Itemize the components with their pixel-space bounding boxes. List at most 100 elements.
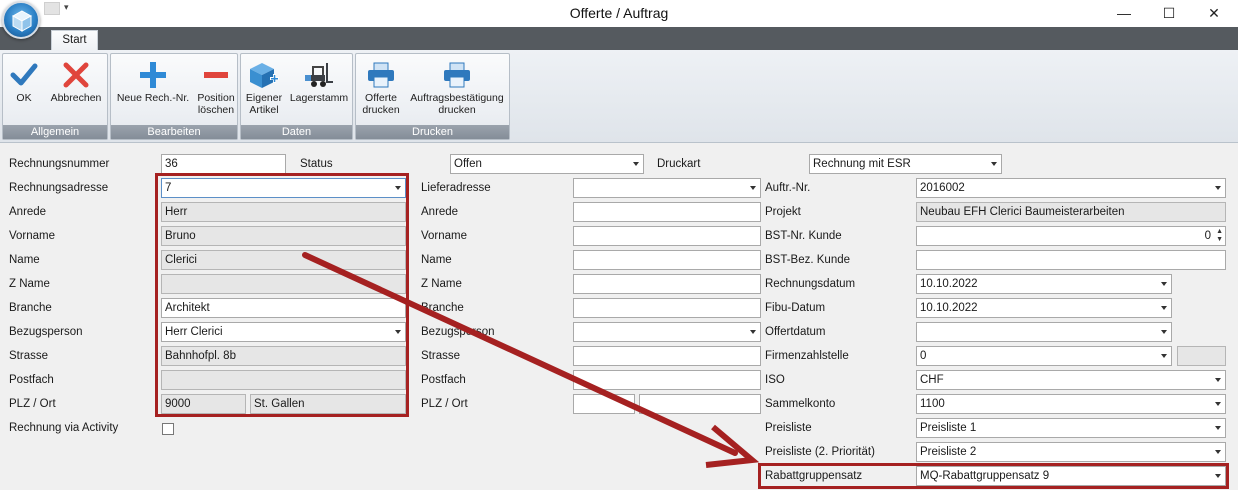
neue-rech-nr-label: Neue Rech.-Nr. — [116, 92, 190, 104]
branche-label: Branche — [9, 302, 52, 314]
chevron-down-icon — [1215, 186, 1221, 190]
ribbon-group-drucken: Offerte drucken Auftragsbestätigung druc… — [355, 53, 510, 140]
liefer-postfach-field[interactable] — [573, 370, 761, 390]
ribbon-group-bearbeiten: Neue Rech.-Nr. Position löschen Bearbeit… — [110, 53, 238, 140]
position-loeschen-label: Position löschen — [197, 92, 235, 116]
rechnungsnummer-field[interactable]: 36 — [161, 154, 286, 174]
preisliste-value: Preisliste 1 — [920, 422, 977, 434]
forklift-icon — [305, 63, 333, 87]
sammelkonto-label: Sammelkonto — [765, 398, 836, 410]
iso-label: ISO — [765, 374, 785, 386]
liefer-anrede-field[interactable] — [573, 202, 761, 222]
liefer-zname-label: Z Name — [421, 278, 462, 290]
bst-bez-field[interactable] — [916, 250, 1226, 270]
sammelkonto-dropdown[interactable]: 1100 — [916, 394, 1226, 414]
fibu-datum-picker[interactable]: 10.10.2022 — [916, 298, 1172, 318]
tab-start[interactable]: Start — [51, 30, 98, 51]
eigener-artikel-button[interactable]: Eigener Artikel — [243, 58, 285, 116]
liefer-anrede-label: Anrede — [421, 206, 459, 218]
firmenzahlstelle-dropdown[interactable]: 0 — [916, 346, 1172, 366]
abbrechen-label: Abbrechen — [50, 92, 102, 104]
ribbon: OK Abbrechen Allgemein Neue Rech.-Nr. Po… — [0, 50, 1238, 143]
bst-nr-label: BST-Nr. Kunde — [765, 230, 842, 242]
chevron-down-icon — [991, 162, 997, 166]
bst-nr-value: 0 — [1204, 230, 1211, 242]
chevron-down-icon — [1215, 450, 1221, 454]
status-label: Status — [300, 158, 333, 170]
fibu-datum-value: 10.10.2022 — [920, 302, 978, 314]
iso-dropdown[interactable]: CHF — [916, 370, 1226, 390]
rechnungsadresse-label: Rechnungsadresse — [9, 182, 109, 194]
rechnung-via-activity-checkbox[interactable] — [162, 423, 174, 435]
sammelkonto-value: 1100 — [920, 398, 945, 410]
chevron-down-icon — [1215, 426, 1221, 430]
plus-icon — [140, 62, 166, 88]
liefer-vorname-field[interactable] — [573, 226, 761, 246]
liefer-name-field[interactable] — [573, 250, 761, 270]
close-button[interactable]: ✕ — [1202, 2, 1226, 24]
abbrechen-button[interactable]: Abbrechen — [47, 58, 105, 104]
lagerstamm-label: Lagerstamm — [289, 92, 349, 104]
firmenzahlstelle-value: 0 — [920, 350, 927, 362]
druckart-label: Druckart — [657, 158, 701, 170]
rechnungsdatum-label: Rechnungsdatum — [765, 278, 856, 290]
lagerstamm-button[interactable]: Lagerstamm — [287, 58, 351, 104]
bst-nr-spinner[interactable]: 0 ▲ ▼ — [916, 226, 1226, 246]
offertdatum-picker[interactable] — [916, 322, 1172, 342]
ok-label: OK — [16, 92, 32, 104]
neue-rech-nr-button[interactable]: Neue Rech.-Nr. — [113, 58, 193, 104]
minimize-button[interactable]: — — [1112, 2, 1136, 24]
window-title: Offerte / Auftrag — [569, 5, 669, 21]
rechnung-via-activity-label: Rechnung via Activity — [9, 422, 119, 434]
lieferadresse-label: Lieferadresse — [421, 182, 491, 194]
liefer-bezugsperson-dropdown[interactable] — [573, 322, 761, 342]
check-icon — [10, 63, 38, 86]
eigener-artikel-label: Eigener Artikel — [245, 92, 283, 116]
liefer-branche-label: Branche — [421, 302, 464, 314]
chevron-down-icon — [1215, 402, 1221, 406]
position-loeschen-button[interactable]: Position löschen — [195, 58, 237, 116]
application-menu-button[interactable] — [2, 1, 40, 39]
druckart-dropdown[interactable]: Rechnung mit ESR — [809, 154, 1002, 174]
group-label-drucken: Drucken — [356, 125, 509, 139]
postfach-label: Postfach — [9, 374, 54, 386]
preisliste-label: Preisliste — [765, 422, 812, 434]
liefer-strasse-field[interactable] — [573, 346, 761, 366]
minus-icon — [204, 72, 228, 78]
auftragsbestaetigung-drucken-label: Auftragsbestätigung drucken — [410, 92, 504, 116]
preisliste2-label: Preisliste (2. Priorität) — [765, 446, 875, 458]
preisliste-dropdown[interactable]: Preisliste 1 — [916, 418, 1226, 438]
chevron-down-icon — [750, 330, 756, 334]
liefer-plz-field[interactable] — [573, 394, 635, 414]
offerte-auftrag-window: ▾ Offerte / Auftrag — ☐ ✕ Start OK Abbre… — [0, 0, 1238, 490]
spinner-arrows-icon[interactable]: ▲ ▼ — [1216, 228, 1223, 244]
liefer-vorname-label: Vorname — [421, 230, 468, 242]
group-label-bearbeiten: Bearbeiten — [111, 125, 237, 139]
status-dropdown[interactable]: Offen — [450, 154, 644, 174]
fibu-datum-label: Fibu-Datum — [765, 302, 826, 314]
rechnungsdatum-picker[interactable]: 10.10.2022 — [916, 274, 1172, 294]
bezugsperson-label: Bezugsperson — [9, 326, 83, 338]
cancel-x-icon — [63, 62, 89, 88]
projekt-label: Projekt — [765, 206, 801, 218]
chevron-down-icon — [1161, 354, 1167, 358]
auftr-nr-dropdown[interactable]: 2016002 — [916, 178, 1226, 198]
auftragsbestaetigung-drucken-button[interactable]: Auftragsbestätigung drucken — [406, 58, 508, 116]
liefer-plz-ort-label: PLZ / Ort — [421, 398, 468, 410]
preisliste2-value: Preisliste 2 — [920, 446, 977, 458]
offerte-drucken-button[interactable]: Offerte drucken — [358, 58, 404, 116]
preisliste2-dropdown[interactable]: Preisliste 2 — [916, 442, 1226, 462]
chevron-down-icon — [1161, 306, 1167, 310]
ok-button[interactable]: OK — [6, 58, 42, 104]
name-label: Name — [9, 254, 40, 266]
cube-logo-icon — [11, 10, 33, 32]
lieferadresse-dropdown[interactable] — [573, 178, 761, 198]
offertdatum-label: Offertdatum — [765, 326, 826, 338]
printer-icon — [368, 62, 394, 88]
liefer-zname-field[interactable] — [573, 274, 761, 294]
liefer-branche-field[interactable] — [573, 298, 761, 318]
maximize-button[interactable]: ☐ — [1157, 2, 1181, 24]
druckart-value: Rechnung mit ESR — [813, 158, 911, 170]
liefer-ort-field[interactable] — [639, 394, 761, 414]
auftr-nr-label: Auftr.-Nr. — [765, 182, 811, 194]
